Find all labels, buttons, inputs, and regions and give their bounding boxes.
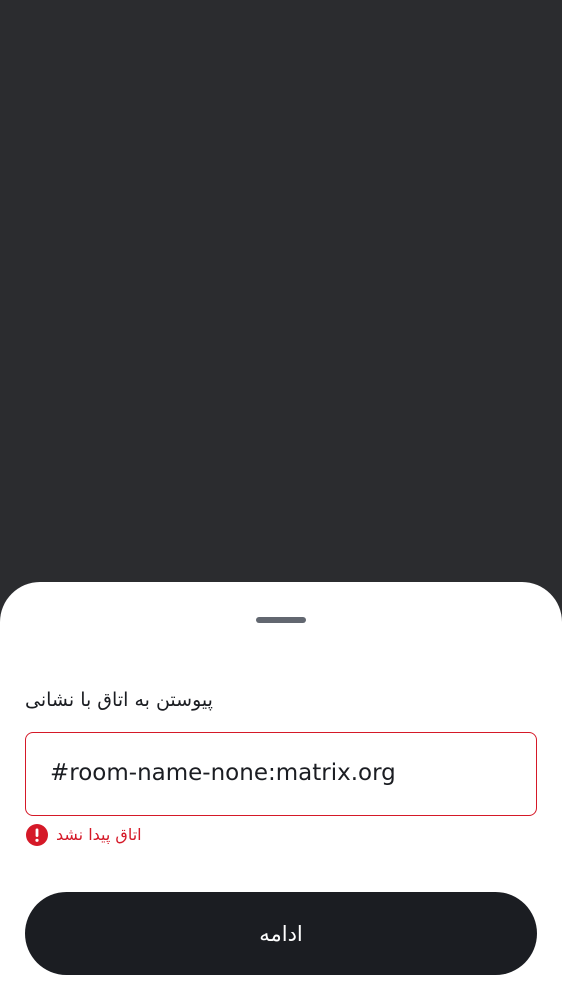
drag-handle[interactable] bbox=[256, 617, 306, 623]
error-icon bbox=[25, 823, 49, 847]
room-address-input[interactable]: #room-name-none:matrix.org bbox=[25, 732, 537, 816]
join-room-bottom-sheet: پیوستن به اتاق با نشانی #room-name-none:… bbox=[0, 582, 562, 1000]
error-message-row: اتاق پیدا نشد bbox=[25, 822, 325, 848]
error-message: اتاق پیدا نشد bbox=[56, 825, 142, 844]
continue-button[interactable]: ادامه bbox=[25, 892, 537, 975]
room-address-label: پیوستن به اتاق با نشانی bbox=[25, 689, 213, 711]
room-address-input-value[interactable]: #room-name-none:matrix.org bbox=[50, 733, 396, 814]
